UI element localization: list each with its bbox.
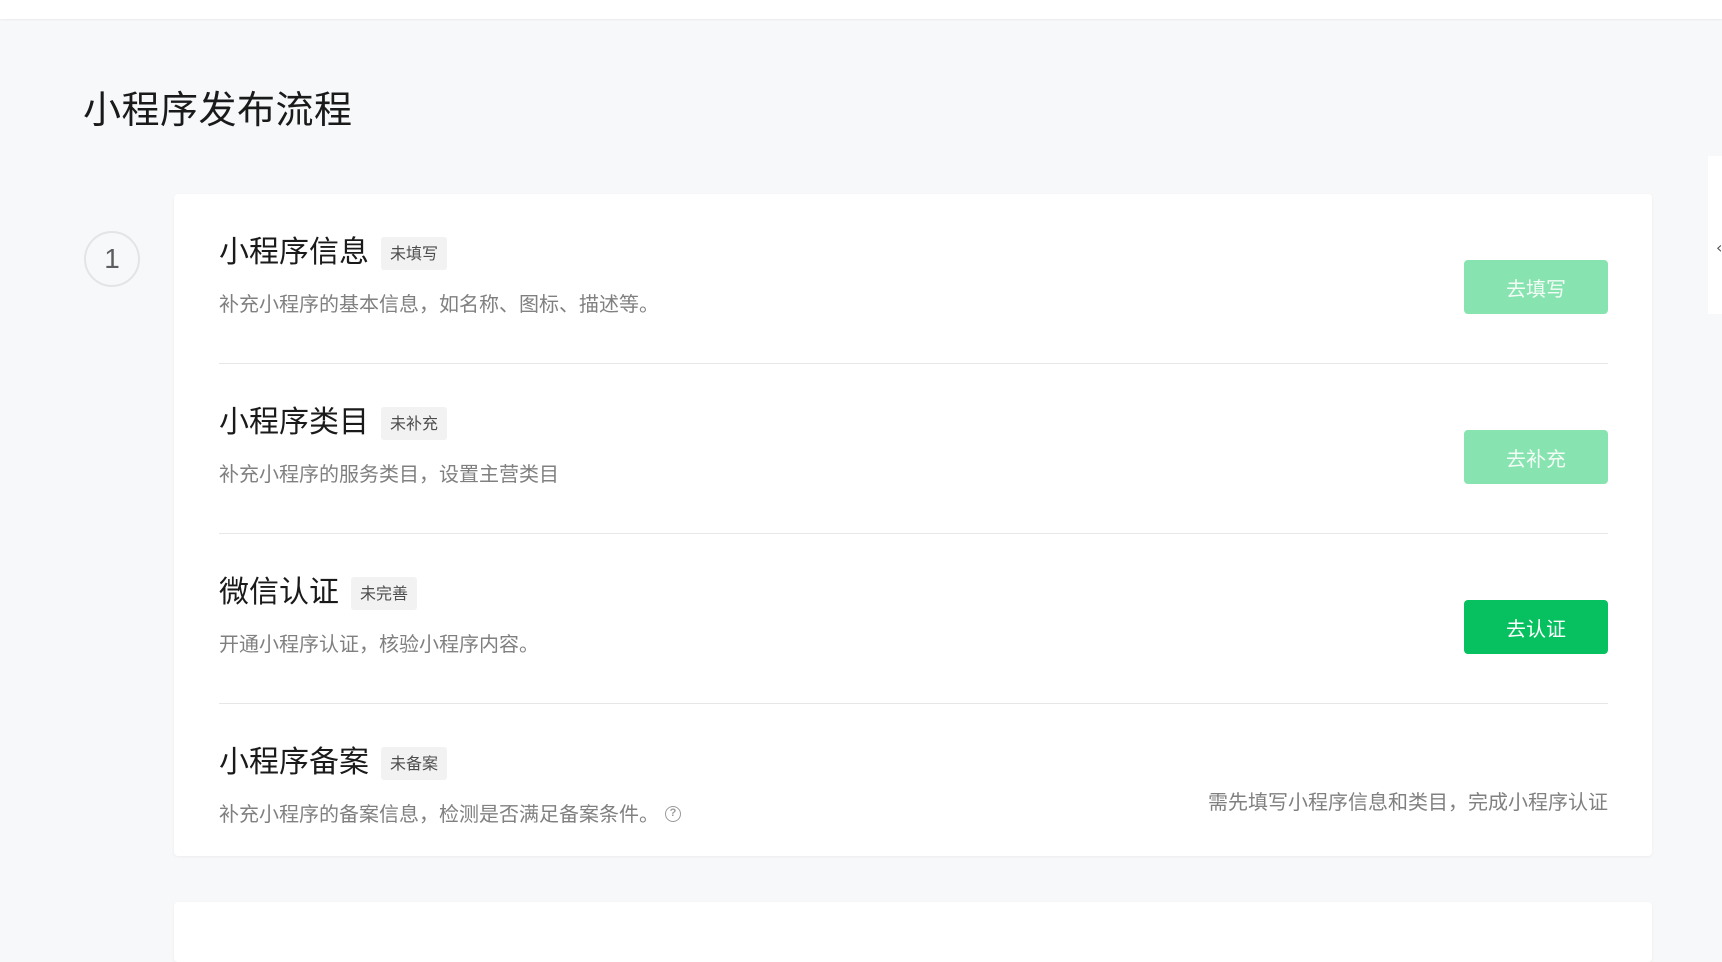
status-badge: 未补充 (381, 406, 448, 440)
fill-info-button[interactable]: 去填写 (1464, 260, 1608, 314)
question-circle-icon[interactable]: ? (665, 806, 681, 822)
publish-steps-card: 小程序信息 未填写 补充小程序的基本信息，如名称、图标、描述等。 去填写 小程序… (174, 194, 1652, 856)
step-item-title: 小程序信息 (219, 235, 369, 270)
add-category-button[interactable]: 去补充 (1464, 430, 1608, 484)
step-item-description-text: 补充小程序的备案信息，检测是否满足备案条件。 (219, 802, 659, 826)
step-item-title: 小程序备案 (219, 745, 369, 780)
step-number: 1 (84, 231, 140, 287)
page-title: 小程序发布流程 (83, 88, 353, 132)
step-item-description: 开通小程序认证，核验小程序内容。 (219, 632, 539, 656)
step-item-description: 补充小程序的服务类目，设置主营类目 (219, 462, 559, 486)
step-item-header: 微信认证 未完善 (219, 574, 418, 612)
step-item-title: 小程序类目 (219, 405, 369, 440)
step-item-category: 小程序类目 未补充 补充小程序的服务类目，设置主营类目 去补充 (219, 364, 1608, 533)
status-badge: 未填写 (381, 236, 448, 270)
step-item-description: 补充小程序的备案信息，检测是否满足备案条件。 ? (219, 800, 681, 828)
step-item-header: 小程序类目 未补充 (219, 404, 448, 442)
verify-button[interactable]: 去认证 (1464, 600, 1608, 654)
side-panel-chevron-icon[interactable]: ‹ (1716, 238, 1722, 257)
step-item-title: 微信认证 (219, 575, 339, 610)
status-badge: 未备案 (381, 746, 448, 780)
top-bar (0, 0, 1722, 19)
prerequisite-note: 需先填写小程序信息和类目，完成小程序认证 (1208, 790, 1608, 814)
step-item-filing: 小程序备案 未备案 补充小程序的备案信息，检测是否满足备案条件。 ? 需先填写小… (219, 704, 1608, 873)
step-item-description: 补充小程序的基本信息，如名称、图标、描述等。 (219, 292, 659, 316)
step-item-header: 小程序信息 未填写 (219, 234, 448, 272)
status-badge: 未完善 (351, 576, 418, 610)
next-step-card (174, 902, 1652, 962)
step-item-info: 小程序信息 未填写 补充小程序的基本信息，如名称、图标、描述等。 去填写 (219, 194, 1608, 363)
step-item-verification: 微信认证 未完善 开通小程序认证，核验小程序内容。 去认证 (219, 534, 1608, 703)
step-item-header: 小程序备案 未备案 (219, 744, 448, 782)
side-panel-edge[interactable] (1708, 156, 1722, 314)
